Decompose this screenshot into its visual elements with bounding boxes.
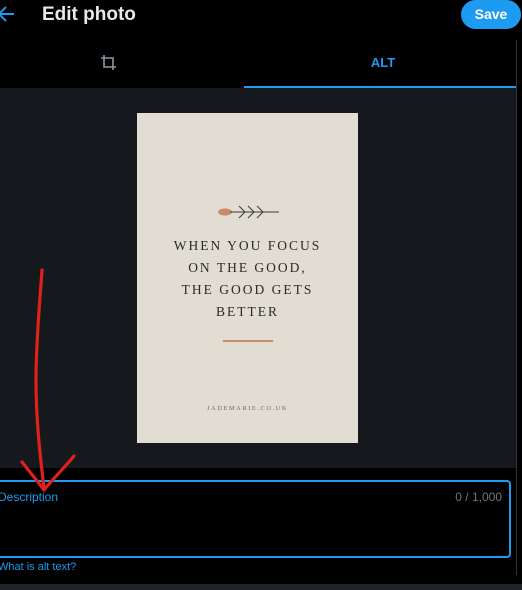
page-title: Edit photo <box>42 4 136 25</box>
scrollbar[interactable] <box>516 40 522 575</box>
edit-photo-dialog: Edit photo Save ALT WHEN YOU FOCUS ON TH… <box>0 0 522 590</box>
character-counter: 0 / 1,000 <box>455 490 502 504</box>
save-button[interactable]: Save <box>461 0 521 29</box>
dialog-header: Edit photo Save <box>0 0 522 33</box>
tab-alt[interactable]: ALT <box>244 38 522 88</box>
quote-line: BETTER <box>216 304 279 319</box>
leaf-sprig-illustration <box>218 205 279 219</box>
arrow-left-icon <box>0 6 14 22</box>
what-is-alt-text-link[interactable]: What is alt text? <box>0 561 76 573</box>
bottom-strip <box>0 584 522 590</box>
quote-line: THE GOOD GETS <box>181 282 314 297</box>
description-label: Description <box>0 490 59 504</box>
back-button[interactable] <box>0 2 18 26</box>
edit-tabs: ALT <box>0 38 522 88</box>
description-field[interactable]: Description 0 / 1,000 <box>0 480 511 558</box>
tab-alt-label: ALT <box>370 55 396 70</box>
quote-line: ON THE GOOD, <box>188 260 307 275</box>
tab-crop[interactable] <box>0 38 244 88</box>
quote-line: WHEN YOU FOCUS <box>173 238 322 253</box>
decorative-rule <box>223 340 273 342</box>
crop-icon <box>101 55 116 70</box>
media-preview-area: WHEN YOU FOCUS ON THE GOOD, THE GOOD GET… <box>0 88 522 468</box>
photo-preview: WHEN YOU FOCUS ON THE GOOD, THE GOOD GET… <box>137 113 358 443</box>
photo-website-text: JADEMARIE.CO.UK <box>207 405 288 412</box>
